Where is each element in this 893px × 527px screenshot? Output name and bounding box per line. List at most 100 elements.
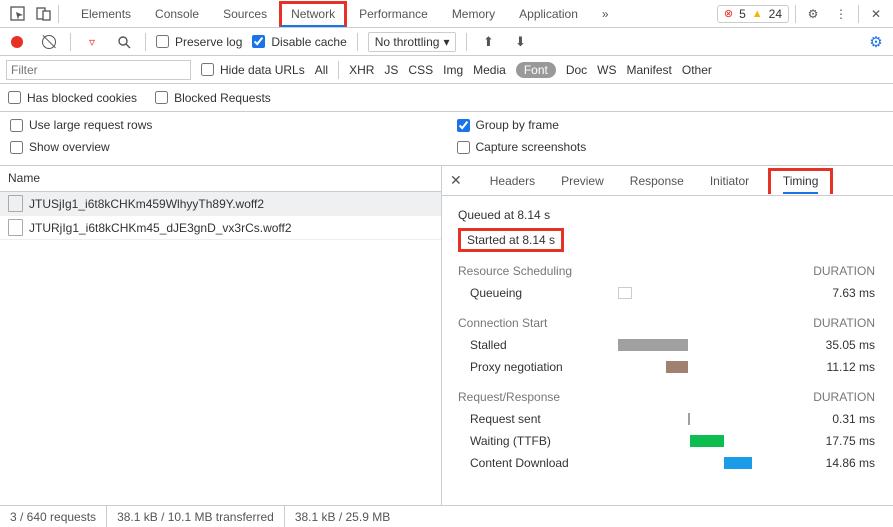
type-other[interactable]: Other: [682, 63, 712, 77]
timing-value: 7.63 ms: [795, 286, 875, 300]
status-resources: 38.1 kB / 25.9 MB: [285, 506, 400, 527]
has-blocked-cookies-checkbox[interactable]: Has blocked cookies: [8, 91, 137, 105]
main-tabs: Elements Console Sources Network Perform…: [69, 1, 621, 27]
status-bar: 3 / 640 requests 38.1 kB / 10.1 MB trans…: [0, 505, 893, 527]
tab-application[interactable]: Application: [507, 1, 590, 27]
timing-row: Queueing7.63 ms: [458, 282, 875, 304]
queued-at-label: Queued at 8.14 s: [458, 204, 875, 226]
request-name: JTUSjIg1_i6t8kCHKm459WlhyyTh89Y.woff2: [29, 197, 264, 211]
upload-har-icon[interactable]: ⬆: [477, 31, 499, 53]
tab-headers[interactable]: Headers: [486, 168, 539, 194]
request-detail-pane: ✕ Headers Preview Response Initiator Tim…: [442, 166, 893, 505]
group-by-frame-checkbox[interactable]: Group by frame: [457, 118, 884, 132]
tab-performance[interactable]: Performance: [347, 1, 440, 27]
timing-row: Content Download 14.86 ms: [458, 452, 875, 474]
divider: [795, 5, 796, 23]
status-transferred: 38.1 kB / 10.1 MB transferred: [107, 506, 285, 527]
type-font[interactable]: Font: [516, 62, 556, 78]
request-name: JTURjIg1_i6t8kCHKm45_dJE3gnD_vx3rCs.woff…: [29, 221, 292, 235]
capture-screenshots-checkbox[interactable]: Capture screenshots: [457, 140, 884, 154]
timing-label: Content Download: [458, 456, 618, 470]
tab-initiator[interactable]: Initiator: [706, 168, 750, 194]
divider: [858, 5, 859, 23]
request-type-filters: All XHR JS CSS Img Media Font Doc WS Man…: [315, 61, 712, 79]
timing-panel: Queued at 8.14 s Started at 8.14 s Resou…: [442, 196, 893, 482]
record-button[interactable]: [6, 31, 28, 53]
divider: [145, 33, 146, 51]
type-all[interactable]: All: [315, 63, 328, 77]
timing-section-title: Resource Scheduling: [458, 264, 572, 278]
type-doc[interactable]: Doc: [566, 63, 587, 77]
timing-section-title: Request/Response: [458, 390, 560, 404]
device-toolbar-icon[interactable]: [32, 3, 54, 25]
devtools-main-tabbar: Elements Console Sources Network Perform…: [0, 0, 893, 28]
name-column-header[interactable]: Name: [0, 166, 441, 192]
timing-bar: [688, 413, 690, 425]
type-js[interactable]: JS: [384, 63, 398, 77]
timing-value: 11.12 ms: [795, 360, 875, 374]
tab-sources[interactable]: Sources: [211, 1, 279, 27]
request-row[interactable]: JTUSjIg1_i6t8kCHKm459WlhyyTh89Y.woff2: [0, 192, 441, 216]
issue-badges[interactable]: ⊗5 ▲24: [717, 5, 789, 23]
clear-button[interactable]: [38, 31, 60, 53]
type-css[interactable]: CSS: [408, 63, 433, 77]
network-filter-bar: Hide data URLs All XHR JS CSS Img Media …: [0, 56, 893, 84]
status-requests: 3 / 640 requests: [0, 506, 107, 527]
file-icon: [8, 195, 23, 212]
filter-input[interactable]: [6, 60, 191, 80]
timing-bar: [724, 457, 752, 469]
large-request-rows-checkbox[interactable]: Use large request rows: [10, 118, 437, 132]
search-icon[interactable]: [113, 31, 135, 53]
network-toolbar: ▿ Preserve log Disable cache No throttli…: [0, 28, 893, 56]
type-ws[interactable]: WS: [597, 63, 616, 77]
throttling-select[interactable]: No throttling▾: [368, 32, 457, 52]
network-settings-panel: Use large request rows Show overview Gro…: [0, 112, 893, 166]
timing-value: 14.86 ms: [795, 456, 875, 470]
filter-toggle-icon[interactable]: ▿: [81, 31, 103, 53]
file-icon: [8, 219, 23, 236]
tab-response[interactable]: Response: [626, 168, 688, 194]
tab-network[interactable]: Network: [279, 1, 347, 27]
show-overview-checkbox[interactable]: Show overview: [10, 140, 437, 154]
settings-gear-icon[interactable]: ⚙: [802, 3, 824, 25]
type-manifest[interactable]: Manifest: [627, 63, 672, 77]
inspect-element-icon[interactable]: [6, 3, 28, 25]
divider: [58, 5, 59, 23]
error-icon: ⊗: [724, 7, 733, 20]
blocked-requests-checkbox[interactable]: Blocked Requests: [155, 91, 271, 105]
warning-icon: ▲: [752, 8, 763, 20]
divider: [70, 33, 71, 51]
network-settings-icon[interactable]: ⚙: [865, 31, 887, 53]
preserve-log-checkbox[interactable]: Preserve log: [156, 35, 242, 49]
close-devtools-icon[interactable]: ✕: [865, 3, 887, 25]
tab-elements[interactable]: Elements: [69, 1, 143, 27]
timing-label: Proxy negotiation: [458, 360, 618, 374]
kebab-menu-icon[interactable]: ⋮: [830, 3, 852, 25]
hide-data-urls-checkbox[interactable]: Hide data URLs: [201, 63, 305, 77]
request-row[interactable]: JTURjIg1_i6t8kCHKm45_dJE3gnD_vx3rCs.woff…: [0, 216, 441, 240]
tab-console[interactable]: Console: [143, 1, 211, 27]
tab-timing[interactable]: Timing: [768, 168, 834, 194]
tab-preview[interactable]: Preview: [557, 168, 608, 194]
requests-list: Name JTUSjIg1_i6t8kCHKm459WlhyyTh89Y.wof…: [0, 166, 442, 505]
type-xhr[interactable]: XHR: [349, 63, 374, 77]
disable-cache-checkbox[interactable]: Disable cache: [252, 35, 346, 49]
download-har-icon[interactable]: ⬇: [509, 31, 531, 53]
divider: [466, 33, 467, 51]
close-detail-icon[interactable]: ✕: [450, 172, 468, 189]
timing-label: Request sent: [458, 412, 618, 426]
divider: [357, 33, 358, 51]
timing-row: Proxy negotiation 11.12 ms: [458, 356, 875, 378]
timing-row: Stalled35.05 ms: [458, 334, 875, 356]
tabs-overflow[interactable]: »: [590, 1, 621, 27]
type-img[interactable]: Img: [443, 63, 463, 77]
detail-tabs: ✕ Headers Preview Response Initiator Tim…: [442, 166, 893, 196]
timing-label: Waiting (TTFB): [458, 434, 618, 448]
type-media[interactable]: Media: [473, 63, 506, 77]
tab-memory[interactable]: Memory: [440, 1, 507, 27]
started-at-label: Started at 8.14 s: [458, 228, 564, 252]
timing-bar: [618, 287, 632, 299]
duration-header: DURATION: [813, 264, 875, 278]
timing-bar: [666, 361, 688, 373]
timing-value: 0.31 ms: [795, 412, 875, 426]
